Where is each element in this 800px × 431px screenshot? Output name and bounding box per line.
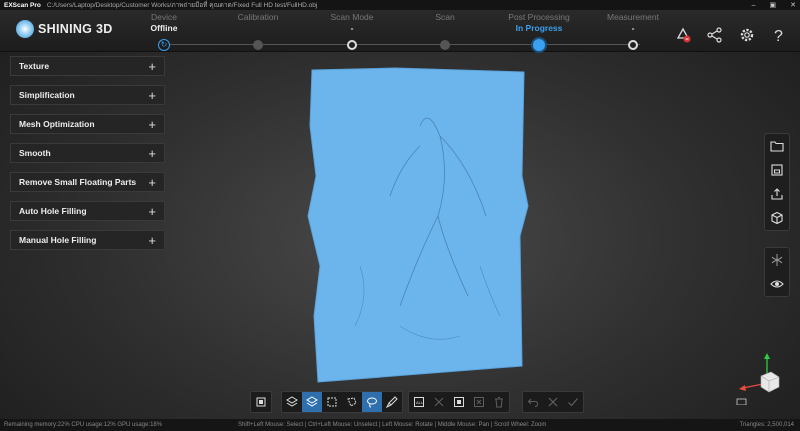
expand-plus-icon[interactable]: + bbox=[148, 88, 156, 103]
mesh-view-icon[interactable] bbox=[765, 248, 789, 272]
smooth-item[interactable]: Smooth + bbox=[10, 143, 165, 163]
panel-item-label: Manual Hole Filling bbox=[19, 235, 97, 245]
mesh-optimization-item[interactable]: Mesh Optimization + bbox=[10, 114, 165, 134]
simplification-item[interactable]: Simplification + bbox=[10, 85, 165, 105]
save-icon[interactable] bbox=[765, 158, 789, 182]
settings-icon[interactable] bbox=[738, 26, 756, 44]
folder-icon[interactable] bbox=[765, 134, 789, 158]
title-bar: EXScan Pro C:/Users/Laptop/Desktop/Custo… bbox=[0, 0, 800, 10]
header-icons: ? bbox=[674, 26, 788, 44]
brush-select-icon[interactable] bbox=[382, 392, 402, 412]
layers-through-icon[interactable] bbox=[302, 392, 322, 412]
panel-item-label: Mesh Optimization bbox=[19, 119, 95, 129]
expand-plus-icon[interactable]: + bbox=[148, 175, 156, 190]
connected-select-icon[interactable] bbox=[449, 392, 469, 412]
step-label: Measurement bbox=[607, 12, 659, 22]
orientation-cube-icon[interactable] bbox=[735, 350, 785, 405]
texture-item[interactable]: Texture + bbox=[10, 56, 165, 76]
scanned-mesh[interactable] bbox=[300, 66, 540, 386]
expand-plus-icon[interactable]: + bbox=[148, 59, 156, 74]
step-value: - bbox=[631, 23, 635, 33]
window-controls: – ▣ ✕ bbox=[752, 0, 796, 10]
app-name: EXScan Pro bbox=[4, 1, 41, 9]
layers-icon[interactable] bbox=[282, 392, 302, 412]
apply-check-icon[interactable] bbox=[563, 392, 583, 412]
panel-item-label: Simplification bbox=[19, 90, 75, 100]
visibility-eye-icon[interactable] bbox=[765, 272, 789, 296]
fit-view-icon[interactable] bbox=[251, 392, 271, 412]
export-icon[interactable] bbox=[765, 182, 789, 206]
minimize-icon[interactable]: – bbox=[752, 2, 756, 9]
step-dot bbox=[440, 40, 450, 50]
post-processing-panel: Texture + Simplification + Mesh Optimiza… bbox=[10, 56, 165, 259]
logo-text: SHINING 3D bbox=[38, 22, 113, 36]
svg-text:?: ? bbox=[774, 28, 783, 44]
step-dot bbox=[347, 40, 357, 50]
polygon-select-icon[interactable] bbox=[342, 392, 362, 412]
header: SHINING 3D Device Offline ↻ Calibration … bbox=[0, 10, 800, 52]
step-dot-active bbox=[533, 39, 545, 51]
expand-plus-icon[interactable]: + bbox=[148, 146, 156, 161]
mouse-hints: Shift+Left Mouse: Select | Ctrl+Left Mou… bbox=[238, 422, 547, 428]
panel-item-label: Smooth bbox=[19, 148, 51, 158]
device-status-icon[interactable] bbox=[674, 26, 692, 44]
help-icon[interactable]: ? bbox=[770, 26, 788, 44]
logo: SHINING 3D bbox=[16, 20, 113, 38]
invert-selection-icon[interactable] bbox=[429, 392, 449, 412]
edit-toolbar: ALL bbox=[408, 391, 510, 413]
auto-hole-filling-item[interactable]: Auto Hole Filling + bbox=[10, 201, 165, 221]
maximize-icon[interactable]: ▣ bbox=[770, 1, 777, 9]
expand-plus-icon[interactable]: + bbox=[148, 204, 156, 219]
file-path: C:/Users/Laptop/Desktop/Customer Works/ภ… bbox=[46, 2, 318, 9]
confirm-toolbar bbox=[522, 391, 584, 413]
status-bar: Remaining memory:22% CPU usage:12% GPU u… bbox=[0, 419, 800, 431]
panel-item-label: Texture bbox=[19, 61, 50, 71]
close-icon[interactable]: ✕ bbox=[790, 1, 796, 9]
step-dot bbox=[628, 40, 638, 50]
steps-line bbox=[160, 44, 640, 45]
remove-floating-parts-item[interactable]: Remove Small Floating Parts + bbox=[10, 172, 165, 192]
expand-plus-icon[interactable]: + bbox=[148, 233, 156, 248]
right-toolbar-files bbox=[764, 133, 790, 231]
panel-item-label: Auto Hole Filling bbox=[19, 206, 87, 216]
deselect-icon[interactable] bbox=[469, 392, 489, 412]
step-dot bbox=[253, 40, 263, 50]
manual-hole-filling-item[interactable]: Manual Hole Filling + bbox=[10, 230, 165, 250]
logo-icon bbox=[16, 20, 34, 38]
step-measurement[interactable]: Measurement - bbox=[578, 12, 688, 50]
select-all-icon[interactable]: ALL bbox=[409, 392, 429, 412]
svg-text:ALL: ALL bbox=[416, 400, 424, 405]
rect-select-icon[interactable] bbox=[322, 392, 342, 412]
resource-usage: Remaining memory:22% CPU usage:12% GPU u… bbox=[4, 422, 163, 428]
lasso-select-icon[interactable] bbox=[362, 392, 382, 412]
expand-plus-icon[interactable]: + bbox=[148, 117, 156, 132]
delete-icon[interactable] bbox=[489, 392, 509, 412]
model-cube-icon[interactable] bbox=[765, 206, 789, 230]
right-toolbar-view bbox=[764, 247, 790, 297]
triangle-count: Triangles: 2,500,014 bbox=[739, 422, 794, 428]
share-icon[interactable] bbox=[706, 26, 724, 44]
selection-toolbar bbox=[281, 391, 403, 413]
undo-icon[interactable] bbox=[523, 392, 543, 412]
cancel-icon[interactable] bbox=[543, 392, 563, 412]
panel-item-label: Remove Small Floating Parts bbox=[19, 177, 137, 187]
view-toolbar bbox=[250, 391, 272, 413]
sync-icon: ↻ bbox=[158, 39, 170, 51]
